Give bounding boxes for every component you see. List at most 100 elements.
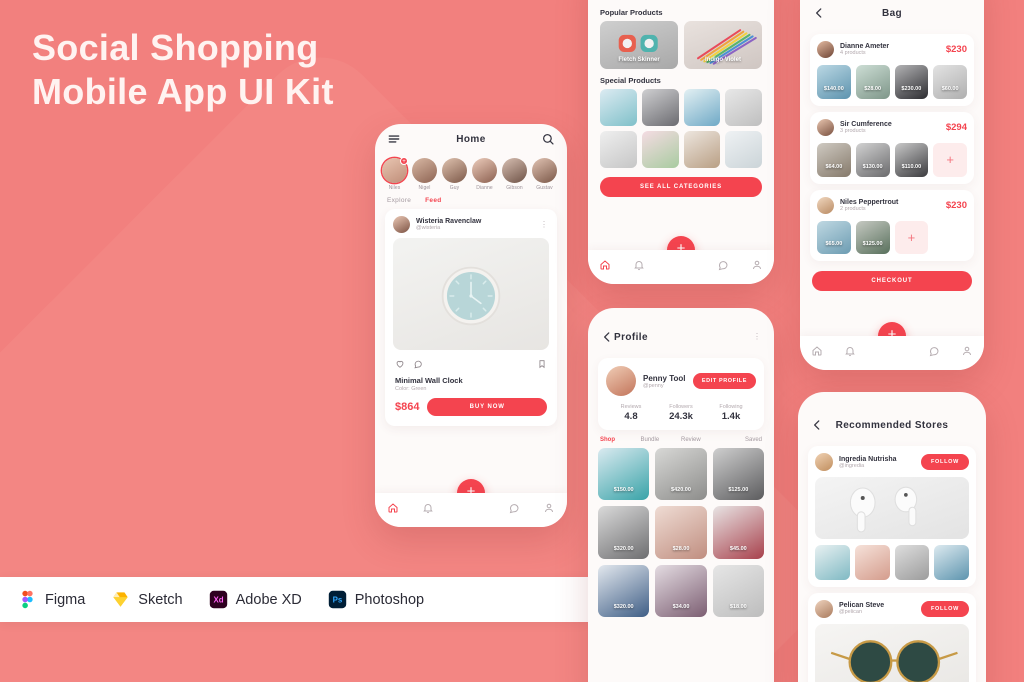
bag-item[interactable]: $130.00 [855,142,890,177]
home-icon[interactable] [811,344,823,362]
bell-icon[interactable] [844,344,856,362]
special-product-cell[interactable] [600,130,637,168]
tab-saved[interactable]: Saved [722,437,762,443]
special-product-cell[interactable] [641,130,679,168]
follow-button[interactable]: FOLLOW [920,454,969,470]
item-price: $230.00 [901,85,922,92]
popular-product-card[interactable]: Fletch Skinner [600,21,678,69]
follow-button[interactable]: FOLLOW [920,600,969,617]
story-item[interactable]: + Niles [382,157,408,191]
arrow-left-icon[interactable] [810,418,824,432]
story-item[interactable]: Gustav [532,158,557,191]
shop-item[interactable]: $320.00 [598,506,650,559]
bell-icon[interactable] [633,258,645,276]
story-item[interactable]: Nigel [412,158,437,191]
special-product-cell[interactable] [725,89,762,126]
avatar [502,158,527,183]
arrow-left-icon[interactable] [600,330,614,344]
home-icon[interactable] [599,258,611,276]
bag-item[interactable]: $28.00 [855,65,890,99]
bell-icon[interactable] [422,501,434,519]
bag-item[interactable]: $65.00 [817,220,851,255]
buy-row: $864 BUY NOW [385,392,557,426]
store-hero-image[interactable] [815,623,969,682]
chat-icon[interactable] [508,501,520,519]
tab-feed[interactable]: Feed [425,197,441,204]
story-item[interactable]: Dianne [472,158,497,191]
group-total: $294 [945,121,967,133]
shop-item[interactable]: $420.00 [655,448,707,501]
bag-item[interactable]: $60.00 [933,65,967,99]
story-add-badge[interactable]: + [400,157,408,165]
story-item[interactable]: Gibson [502,158,527,191]
shop-item[interactable]: $34.00 [655,564,707,618]
tool-label: Photoshop [354,591,425,608]
user-icon[interactable] [543,501,555,519]
shop-item[interactable]: $125.00 [712,448,764,501]
more-vertical-icon[interactable]: ⋮ [753,333,762,341]
story-item[interactable]: Guy [442,158,467,191]
store-name: Ingredia Nutrisha [839,455,897,463]
edit-profile-button[interactable]: EDIT PROFILE [692,373,756,389]
buy-now-button[interactable]: BUY NOW [427,398,547,416]
user-icon[interactable] [751,258,763,276]
chat-icon[interactable] [717,258,729,276]
more-vertical-icon[interactable]: ⋮ [540,220,549,228]
see-all-categories-button[interactable]: SEE ALL CATEGORIES [600,176,762,197]
stat-value: 1.4k [721,411,741,422]
heart-icon[interactable] [395,356,405,374]
home-icon[interactable] [387,501,399,519]
shop-item[interactable]: $28.00 [655,506,707,559]
comment-icon[interactable] [413,356,423,374]
figma-icon [18,590,37,609]
user-icon[interactable] [961,344,973,362]
store-thumb[interactable] [815,545,850,580]
group-total: $230 [945,44,967,55]
special-product-cell[interactable] [725,130,762,168]
add-item-button[interactable]: + [933,142,967,177]
chat-icon[interactable] [928,344,940,362]
shop-item[interactable]: $45.00 [712,506,764,559]
special-product-cell[interactable] [600,89,637,126]
store-header: Ingredia Nutrisha @ingredia FOLLOW [815,453,969,471]
special-product-cell[interactable] [683,130,721,168]
screen-title: Home [456,133,486,145]
feed-tabs: Explore Feed [375,193,567,207]
tab-explore[interactable]: Explore [387,197,411,204]
tab-bundle[interactable]: Bundle [641,437,682,443]
bag-item[interactable]: $110.00 [894,142,929,177]
search-icon[interactable] [541,132,555,146]
store-thumb[interactable] [854,545,890,580]
special-product-cell[interactable] [641,89,679,126]
bookmark-icon[interactable] [537,356,547,374]
store-thumb[interactable] [934,545,969,580]
tab-shop[interactable]: Shop [600,437,641,443]
tool-label: Adobe XD [235,591,302,608]
phone-screen-bag: Bag Dianne Ameter 4 products $230 $140.0… [800,0,984,370]
svg-text:Ps: Ps [332,596,342,605]
popular-product-card[interactable]: Indigo Violet [684,21,762,69]
hamburger-menu-icon[interactable] [387,132,401,146]
store-hero-image[interactable] [815,477,969,539]
avatar [815,599,833,618]
store-thumb[interactable] [894,545,930,580]
poster-canvas: Social Shopping Mobile App UI Kit Figma … [0,0,1024,682]
avatar [817,118,834,136]
tools-bar: Figma Sketch Xd Adobe XD Ps Photoshop [0,577,590,622]
story-label: Gibson [506,185,523,191]
shop-item[interactable]: $18.00 [712,564,764,618]
shop-item[interactable]: $320.00 [598,564,650,618]
add-item-button[interactable]: + [894,220,929,255]
bag-item[interactable]: $140.00 [817,65,851,99]
seller-name: Niles Peppertrout [840,198,899,206]
shop-item[interactable]: $150.00 [598,448,650,501]
arrow-left-icon[interactable] [812,6,826,20]
bag-item[interactable]: $230.00 [894,65,929,99]
checkout-button[interactable]: CHECKOUT [812,271,972,292]
special-product-cell[interactable] [683,89,721,126]
bag-group: Niles Peppertrout 2 products $230 $65.00… [810,189,974,262]
bag-item[interactable]: $64.00 [817,142,851,177]
screen-title: Profile [614,331,648,343]
bag-item[interactable]: $125.00 [855,220,890,255]
tab-review[interactable]: Review [681,437,722,443]
